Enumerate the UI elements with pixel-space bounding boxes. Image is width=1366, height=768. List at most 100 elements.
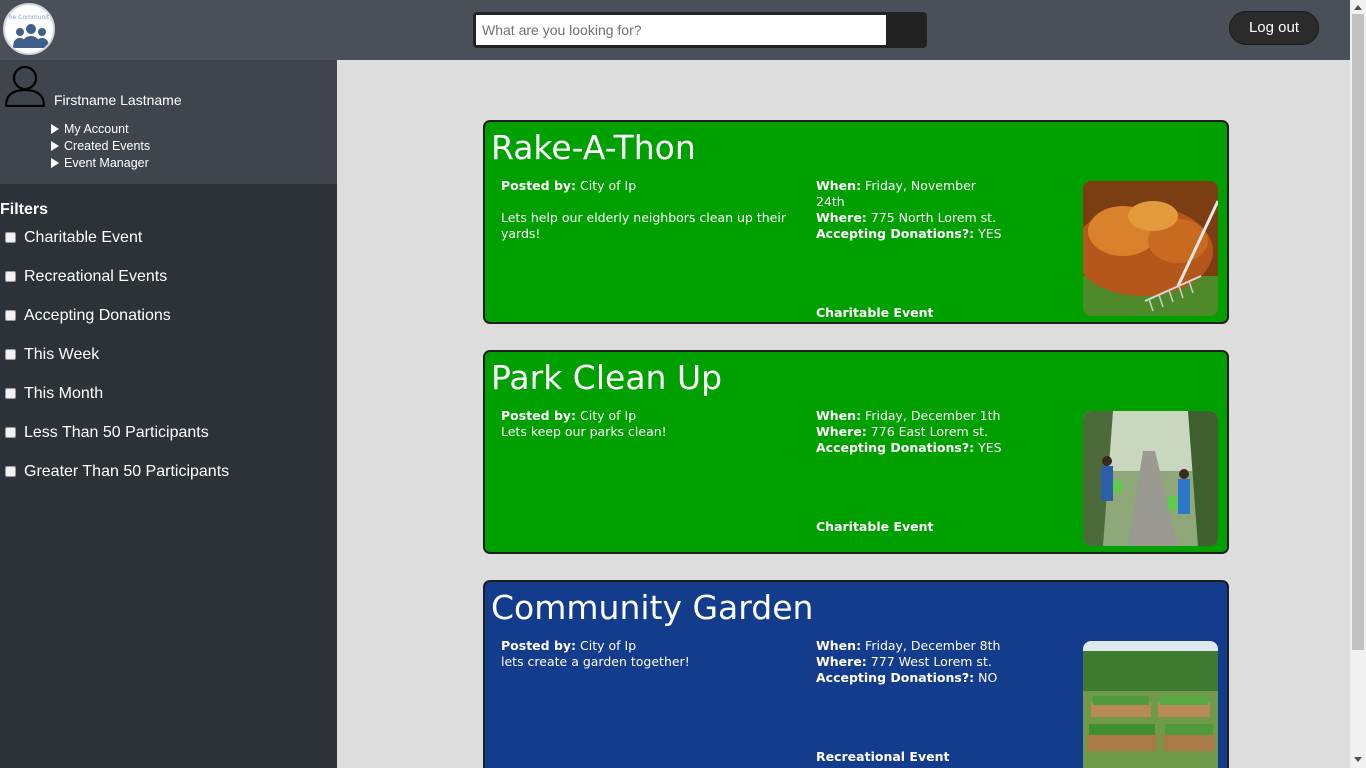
donations-label: Accepting Donations?: (816, 670, 975, 685)
event-feed: Rake-A-Thon Posted by: City of Ip Lets h… (337, 60, 1350, 768)
event-title[interactable]: Community Garden (491, 588, 813, 628)
donations-row: Accepting Donations?: NO (816, 670, 1066, 686)
filter-label: Less Than 50 Participants (24, 424, 209, 441)
filter-checkbox[interactable] (5, 349, 16, 360)
when-row: When: Friday, November 24th (816, 178, 1006, 210)
filter-checkbox[interactable] (5, 388, 16, 399)
when-label: When: (816, 178, 862, 193)
event-details-left: Posted by: City of Ip Lets keep our park… (501, 408, 801, 440)
link-label: Created Events (64, 139, 151, 153)
where-label: Where: (816, 210, 867, 225)
event-card[interactable]: Park Clean Up Posted by: City of Ip Lets… (483, 350, 1229, 554)
posted-by-label: Posted by: (501, 408, 577, 423)
triangle-right-icon (51, 124, 59, 134)
event-image[interactable] (1083, 411, 1218, 546)
filter-label: Recreational Events (24, 268, 168, 285)
event-image[interactable] (1083, 641, 1218, 768)
filter-checkbox[interactable] (5, 466, 16, 477)
where-label: Where: (816, 654, 867, 669)
event-details-right: When: Friday, November 24th Where: 775 N… (816, 178, 1006, 242)
event-description: lets create a garden together! (501, 654, 690, 669)
when-row: When: Friday, December 8th (816, 638, 1066, 654)
created-events-link[interactable]: Created Events (51, 138, 150, 155)
posted-by-value: City of Ip (580, 408, 637, 423)
garden-beds-image (1083, 641, 1218, 768)
user-name: Firstname Lastname (54, 92, 182, 108)
donations-value: YES (978, 226, 1002, 241)
event-card[interactable]: Community Garden Posted by: City of Ip l… (483, 580, 1229, 768)
donations-label: Accepting Donations?: (816, 440, 975, 455)
search-input[interactable] (476, 15, 886, 45)
event-category: Recreational Event (816, 749, 950, 764)
sidebar: Firstname Lastname My Account Created Ev… (0, 60, 337, 768)
filter-checkbox[interactable] (5, 310, 16, 321)
event-details-left: Posted by: City of Ip Lets help our elde… (501, 178, 801, 242)
when-value: Friday, December 8th (865, 638, 1001, 653)
posted-by-label: Posted by: (501, 638, 577, 653)
top-bar: The Community Log out (0, 0, 1350, 60)
filter-charitable-event: Charitable Event (5, 229, 229, 268)
logout-button[interactable]: Log out (1229, 11, 1319, 45)
event-description: Lets help our elderly neighbors clean up… (501, 210, 786, 241)
where-value: 776 East Lorem st. (870, 424, 989, 439)
posted-by-row: Posted by: City of Ip (501, 178, 801, 194)
event-image[interactable] (1083, 181, 1218, 316)
event-manager-link[interactable]: Event Manager (51, 155, 150, 172)
page-scrollbar[interactable] (1350, 0, 1366, 768)
where-label: Where: (816, 424, 867, 439)
filter-less-than-50: Less Than 50 Participants (5, 424, 229, 463)
community-people-icon (13, 24, 49, 48)
profile-panel: Firstname Lastname My Account Created Ev… (0, 60, 337, 184)
user-avatar-icon[interactable] (4, 65, 46, 107)
app-logo[interactable]: The Community (3, 3, 55, 55)
logo-text: The Community (5, 14, 53, 21)
donations-label: Accepting Donations?: (816, 226, 975, 241)
filter-label: Accepting Donations (24, 307, 171, 324)
donations-row: Accepting Donations?: YES (816, 226, 1006, 242)
filter-this-week: This Week (5, 346, 229, 385)
triangle-right-icon (51, 141, 59, 151)
filter-this-month: This Month (5, 385, 229, 424)
where-row: Where: 776 East Lorem st. (816, 424, 1066, 440)
event-details-left: Posted by: City of Ip lets create a gard… (501, 638, 801, 670)
my-account-link[interactable]: My Account (51, 121, 150, 138)
event-category: Charitable Event (816, 519, 934, 534)
event-description: Lets keep our parks clean! (501, 424, 667, 439)
filter-recreational-events: Recreational Events (5, 268, 229, 307)
event-title[interactable]: Park Clean Up (491, 358, 722, 398)
event-card[interactable]: Rake-A-Thon Posted by: City of Ip Lets h… (483, 120, 1229, 324)
link-label: Event Manager (64, 156, 149, 170)
when-label: When: (816, 408, 862, 423)
donations-row: Accepting Donations?: YES (816, 440, 1066, 456)
posted-by-value: City of Ip (580, 638, 637, 653)
filter-checkbox[interactable] (5, 271, 16, 282)
when-row: When: Friday, December 1th (816, 408, 1066, 424)
filter-greater-than-50: Greater Than 50 Participants (5, 463, 229, 502)
donations-value: NO (978, 670, 998, 685)
donations-value: YES (978, 440, 1002, 455)
fallen-leaves-rake-image (1083, 181, 1218, 316)
scroll-up-arrow-icon[interactable] (1354, 5, 1362, 10)
filter-label: This Month (24, 385, 104, 402)
event-details-right: When: Friday, December 1th Where: 776 Ea… (816, 408, 1066, 456)
posted-by-row: Posted by: City of Ip (501, 638, 801, 654)
link-label: My Account (64, 122, 129, 136)
event-title[interactable]: Rake-A-Thon (491, 128, 696, 168)
park-cleanup-image (1083, 411, 1218, 546)
filter-label: Greater Than 50 Participants (24, 463, 230, 480)
filter-accepting-donations: Accepting Donations (5, 307, 229, 346)
when-value: Friday, December 1th (865, 408, 1001, 423)
filter-checkbox[interactable] (5, 232, 16, 243)
where-row: Where: 775 North Lorem st. (816, 210, 1006, 226)
scrollbar-thumb[interactable] (1352, 14, 1364, 650)
posted-by-label: Posted by: (501, 178, 577, 193)
filters-heading: Filters (0, 201, 49, 218)
scroll-down-arrow-icon[interactable] (1354, 757, 1362, 762)
search-button[interactable] (888, 15, 924, 45)
profile-links: My Account Created Events Event Manager (51, 121, 150, 172)
event-category: Charitable Event (816, 305, 934, 320)
when-label: When: (816, 638, 862, 653)
filter-checkbox[interactable] (5, 427, 16, 438)
event-details-right: When: Friday, December 8th Where: 777 We… (816, 638, 1066, 686)
posted-by-value: City of Ip (580, 178, 637, 193)
